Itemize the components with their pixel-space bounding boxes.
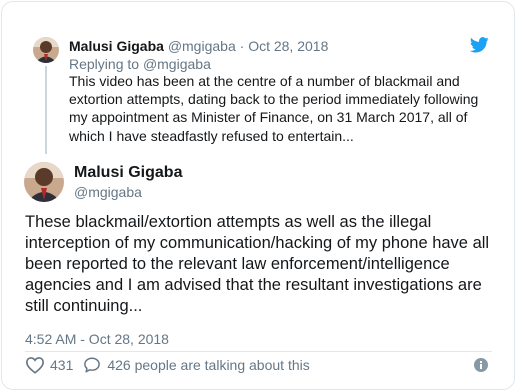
parent-author-name[interactable]: Malusi Gigaba xyxy=(69,38,164,54)
speech-bubble-icon xyxy=(84,357,101,373)
main-text-line: still continuing... xyxy=(25,297,143,315)
info-icon[interactable] xyxy=(474,358,488,372)
like-count: 431 xyxy=(50,357,74,373)
parent-tweet-text: This video has been at the centre of a n… xyxy=(69,72,509,145)
divider xyxy=(25,351,492,352)
like-button[interactable]: 431 xyxy=(25,356,73,374)
embedded-tweet-card: Malusi Gigaba @mgigaba · Oct 28, 2018 Re… xyxy=(1,1,515,390)
parent-author-handle[interactable]: @mgigaba xyxy=(168,38,236,54)
main-tweet-text: These blackmail/extortion attempts as we… xyxy=(25,212,503,317)
talking-about-link[interactable]: 426 people are talking about this xyxy=(83,356,310,374)
parent-text-line: my appointment as Minister of Finance, o… xyxy=(69,109,468,126)
tweet-timestamp[interactable]: 4:52 AM - Oct 28, 2018 xyxy=(25,330,169,348)
parent-tweet-date[interactable]: Oct 28, 2018 xyxy=(248,38,328,54)
main-text-line: interception of my communication/hacking… xyxy=(25,234,490,252)
main-text-line: These blackmail/extortion attempts as we… xyxy=(25,213,432,231)
main-author-handle[interactable]: @mgigaba xyxy=(74,183,142,201)
replying-to-label: Replying to xyxy=(69,56,140,72)
talking-about-text: 426 people are talking about this xyxy=(107,357,310,373)
parent-text-line: which I have steadfastly refused to ente… xyxy=(69,127,354,144)
tweet-actions: 431 426 people are talking about this xyxy=(25,354,310,376)
twitter-bird-icon[interactable] xyxy=(469,37,489,53)
parent-text-line: extortion attempts, dating back to the p… xyxy=(69,91,479,108)
replying-to: Replying to @mgigaba xyxy=(69,55,211,73)
main-text-line: been reported to the relevant law enforc… xyxy=(25,255,450,273)
separator-dot: · xyxy=(239,38,245,54)
parent-text-line: This video has been at the centre of a n… xyxy=(69,73,460,89)
heart-icon xyxy=(25,357,45,374)
main-avatar[interactable] xyxy=(24,162,64,202)
parent-tweet-header: Malusi Gigaba @mgigaba · Oct 28, 2018 xyxy=(69,37,328,55)
thread-connector-line xyxy=(45,66,47,154)
replying-to-handle[interactable]: @mgigaba xyxy=(143,56,211,72)
parent-tweet[interactable]: Malusi Gigaba @mgigaba · Oct 28, 2018 Re… xyxy=(2,2,514,154)
main-author-name[interactable]: Malusi Gigaba xyxy=(74,163,182,183)
parent-avatar[interactable] xyxy=(33,37,59,63)
main-text-line: agencies and I am advised that the resul… xyxy=(25,276,482,294)
